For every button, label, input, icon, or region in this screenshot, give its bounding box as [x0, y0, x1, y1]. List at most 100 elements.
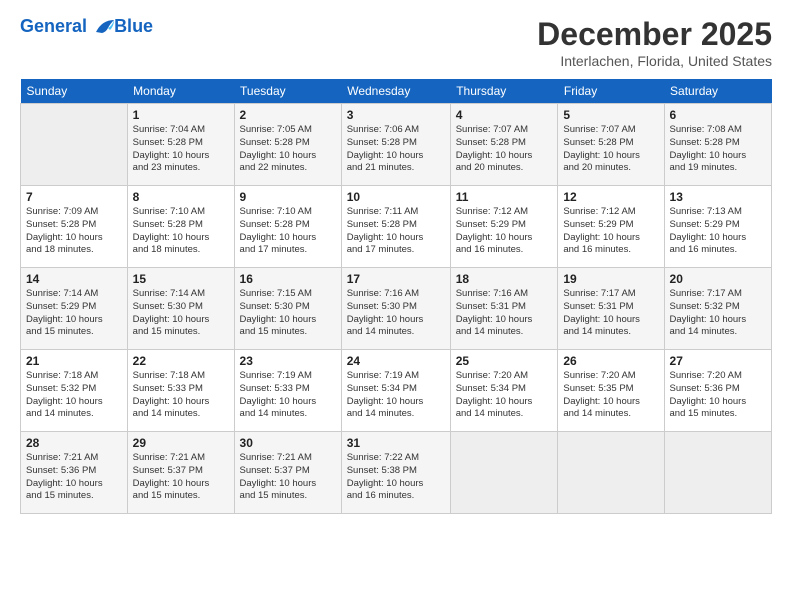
calendar-header-row: SundayMondayTuesdayWednesdayThursdayFrid… [21, 79, 772, 104]
day-cell: 3Sunrise: 7:06 AM Sunset: 5:28 PM Daylig… [341, 104, 450, 186]
day-number: 13 [670, 190, 766, 204]
day-info: Sunrise: 7:20 AM Sunset: 5:34 PM Dayligh… [456, 370, 553, 421]
day-info: Sunrise: 7:12 AM Sunset: 5:29 PM Dayligh… [563, 206, 658, 257]
day-cell: 5 Sunrise: 7:07 AM Sunset: 5:28 PM Daylig… [558, 104, 664, 186]
title-section: December 2025 Interlachen, Florida, Unit… [537, 16, 772, 69]
day-number: 3 [347, 108, 445, 122]
day-number: 14 [26, 272, 122, 286]
day-info: Sunrise: 7:19 AM Sunset: 5:34 PM Dayligh… [347, 370, 445, 421]
day-info: Sunrise: 7:08 AM Sunset: 5:28 PM Dayligh… [670, 124, 766, 175]
day-number: 29 [133, 436, 229, 450]
day-cell: 25 Sunrise: 7:20 AM Sunset: 5:34 PM Dayli… [450, 350, 558, 432]
day-info: Sunrise: 7:14 AM Sunset: 5:30 PM Dayligh… [133, 288, 229, 339]
day-cell: 23Sunrise: 7:19 AM Sunset: 5:33 PM Dayli… [234, 350, 341, 432]
day-info: Sunrise: 7:21 AM Sunset: 5:37 PM Dayligh… [133, 452, 229, 503]
day-info: Sunrise: 7:04 AM Sunset: 5:28 PM Dayligh… [133, 124, 229, 175]
logo: General Blue [20, 16, 153, 37]
day-info: Sunrise: 7:16 AM Sunset: 5:30 PM Dayligh… [347, 288, 445, 339]
day-cell [450, 432, 558, 514]
day-cell: 26 Sunrise: 7:20 AM Sunset: 5:35 PM Dayli… [558, 350, 664, 432]
day-number: 9 [240, 190, 336, 204]
location: Interlachen, Florida, United States [537, 53, 772, 69]
day-cell: 14Sunrise: 7:14 AM Sunset: 5:29 PM Dayli… [21, 268, 128, 350]
day-info: Sunrise: 7:18 AM Sunset: 5:32 PM Dayligh… [26, 370, 122, 421]
day-cell: 4 Sunrise: 7:07 AM Sunset: 5:28 PM Daylig… [450, 104, 558, 186]
day-info: Sunrise: 7:11 AM Sunset: 5:28 PM Dayligh… [347, 206, 445, 257]
day-number: 12 [563, 190, 658, 204]
calendar-container: General Blue December 2025 Interlachen, … [0, 0, 792, 612]
day-info: Sunrise: 7:21 AM Sunset: 5:36 PM Dayligh… [26, 452, 122, 503]
day-header-tuesday: Tuesday [234, 79, 341, 104]
day-info: Sunrise: 7:15 AM Sunset: 5:30 PM Dayligh… [240, 288, 336, 339]
day-cell: 16 Sunrise: 7:15 AM Sunset: 5:30 PM Dayli… [234, 268, 341, 350]
day-number: 7 [26, 190, 122, 204]
day-number: 31 [347, 436, 445, 450]
day-number: 28 [26, 436, 122, 450]
day-number: 11 [456, 190, 553, 204]
day-header-sunday: Sunday [21, 79, 128, 104]
logo-bird-icon [94, 18, 116, 36]
day-cell: 31 Sunrise: 7:22 AM Sunset: 5:38 PM Dayli… [341, 432, 450, 514]
month-title: December 2025 [537, 16, 772, 53]
day-cell: 15 Sunrise: 7:14 AM Sunset: 5:30 PM Dayli… [127, 268, 234, 350]
day-info: Sunrise: 7:20 AM Sunset: 5:36 PM Dayligh… [670, 370, 766, 421]
logo-general: General [20, 16, 87, 36]
day-header-saturday: Saturday [664, 79, 771, 104]
day-cell: 17 Sunrise: 7:16 AM Sunset: 5:30 PM Dayli… [341, 268, 450, 350]
day-number: 2 [240, 108, 336, 122]
day-header-thursday: Thursday [450, 79, 558, 104]
day-info: Sunrise: 7:22 AM Sunset: 5:38 PM Dayligh… [347, 452, 445, 503]
day-number: 27 [670, 354, 766, 368]
day-number: 25 [456, 354, 553, 368]
day-cell: 29 Sunrise: 7:21 AM Sunset: 5:37 PM Dayli… [127, 432, 234, 514]
day-cell: 9 Sunrise: 7:10 AM Sunset: 5:28 PM Daylig… [234, 186, 341, 268]
day-number: 4 [456, 108, 553, 122]
calendar-header: General Blue December 2025 Interlachen, … [20, 16, 772, 69]
day-cell: 22Sunrise: 7:18 AM Sunset: 5:33 PM Dayli… [127, 350, 234, 432]
day-header-monday: Monday [127, 79, 234, 104]
day-number: 1 [133, 108, 229, 122]
day-number: 15 [133, 272, 229, 286]
day-cell: 6 Sunrise: 7:08 AM Sunset: 5:28 PM Daylig… [664, 104, 771, 186]
day-info: Sunrise: 7:21 AM Sunset: 5:37 PM Dayligh… [240, 452, 336, 503]
day-info: Sunrise: 7:17 AM Sunset: 5:32 PM Dayligh… [670, 288, 766, 339]
day-info: Sunrise: 7:17 AM Sunset: 5:31 PM Dayligh… [563, 288, 658, 339]
day-cell: 10Sunrise: 7:11 AM Sunset: 5:28 PM Dayli… [341, 186, 450, 268]
day-info: Sunrise: 7:07 AM Sunset: 5:28 PM Dayligh… [563, 124, 658, 175]
day-cell [664, 432, 771, 514]
day-cell: 8Sunrise: 7:10 AM Sunset: 5:28 PM Daylig… [127, 186, 234, 268]
day-number: 17 [347, 272, 445, 286]
day-info: Sunrise: 7:18 AM Sunset: 5:33 PM Dayligh… [133, 370, 229, 421]
day-info: Sunrise: 7:07 AM Sunset: 5:28 PM Dayligh… [456, 124, 553, 175]
day-number: 20 [670, 272, 766, 286]
day-cell: 13 Sunrise: 7:13 AM Sunset: 5:29 PM Dayli… [664, 186, 771, 268]
calendar-body: 1 Sunrise: 7:04 AM Sunset: 5:28 PM Daylig… [21, 104, 772, 514]
day-number: 19 [563, 272, 658, 286]
calendar-table: SundayMondayTuesdayWednesdayThursdayFrid… [20, 79, 772, 514]
day-info: Sunrise: 7:10 AM Sunset: 5:28 PM Dayligh… [240, 206, 336, 257]
day-cell: 2 Sunrise: 7:05 AM Sunset: 5:28 PM Daylig… [234, 104, 341, 186]
day-cell: 21 Sunrise: 7:18 AM Sunset: 5:32 PM Dayli… [21, 350, 128, 432]
day-number: 24 [347, 354, 445, 368]
day-info: Sunrise: 7:05 AM Sunset: 5:28 PM Dayligh… [240, 124, 336, 175]
day-cell: 24 Sunrise: 7:19 AM Sunset: 5:34 PM Dayli… [341, 350, 450, 432]
logo-blue: Blue [114, 16, 153, 37]
day-number: 5 [563, 108, 658, 122]
day-info: Sunrise: 7:19 AM Sunset: 5:33 PM Dayligh… [240, 370, 336, 421]
day-number: 6 [670, 108, 766, 122]
day-info: Sunrise: 7:13 AM Sunset: 5:29 PM Dayligh… [670, 206, 766, 257]
day-cell [558, 432, 664, 514]
day-info: Sunrise: 7:09 AM Sunset: 5:28 PM Dayligh… [26, 206, 122, 257]
day-cell: 1 Sunrise: 7:04 AM Sunset: 5:28 PM Daylig… [127, 104, 234, 186]
day-number: 26 [563, 354, 658, 368]
day-number: 21 [26, 354, 122, 368]
week-row-3: 21 Sunrise: 7:18 AM Sunset: 5:32 PM Dayli… [21, 350, 772, 432]
day-cell: 18Sunrise: 7:16 AM Sunset: 5:31 PM Dayli… [450, 268, 558, 350]
day-info: Sunrise: 7:12 AM Sunset: 5:29 PM Dayligh… [456, 206, 553, 257]
day-number: 16 [240, 272, 336, 286]
day-number: 8 [133, 190, 229, 204]
day-info: Sunrise: 7:20 AM Sunset: 5:35 PM Dayligh… [563, 370, 658, 421]
week-row-4: 28 Sunrise: 7:21 AM Sunset: 5:36 PM Dayli… [21, 432, 772, 514]
week-row-0: 1 Sunrise: 7:04 AM Sunset: 5:28 PM Daylig… [21, 104, 772, 186]
day-info: Sunrise: 7:16 AM Sunset: 5:31 PM Dayligh… [456, 288, 553, 339]
